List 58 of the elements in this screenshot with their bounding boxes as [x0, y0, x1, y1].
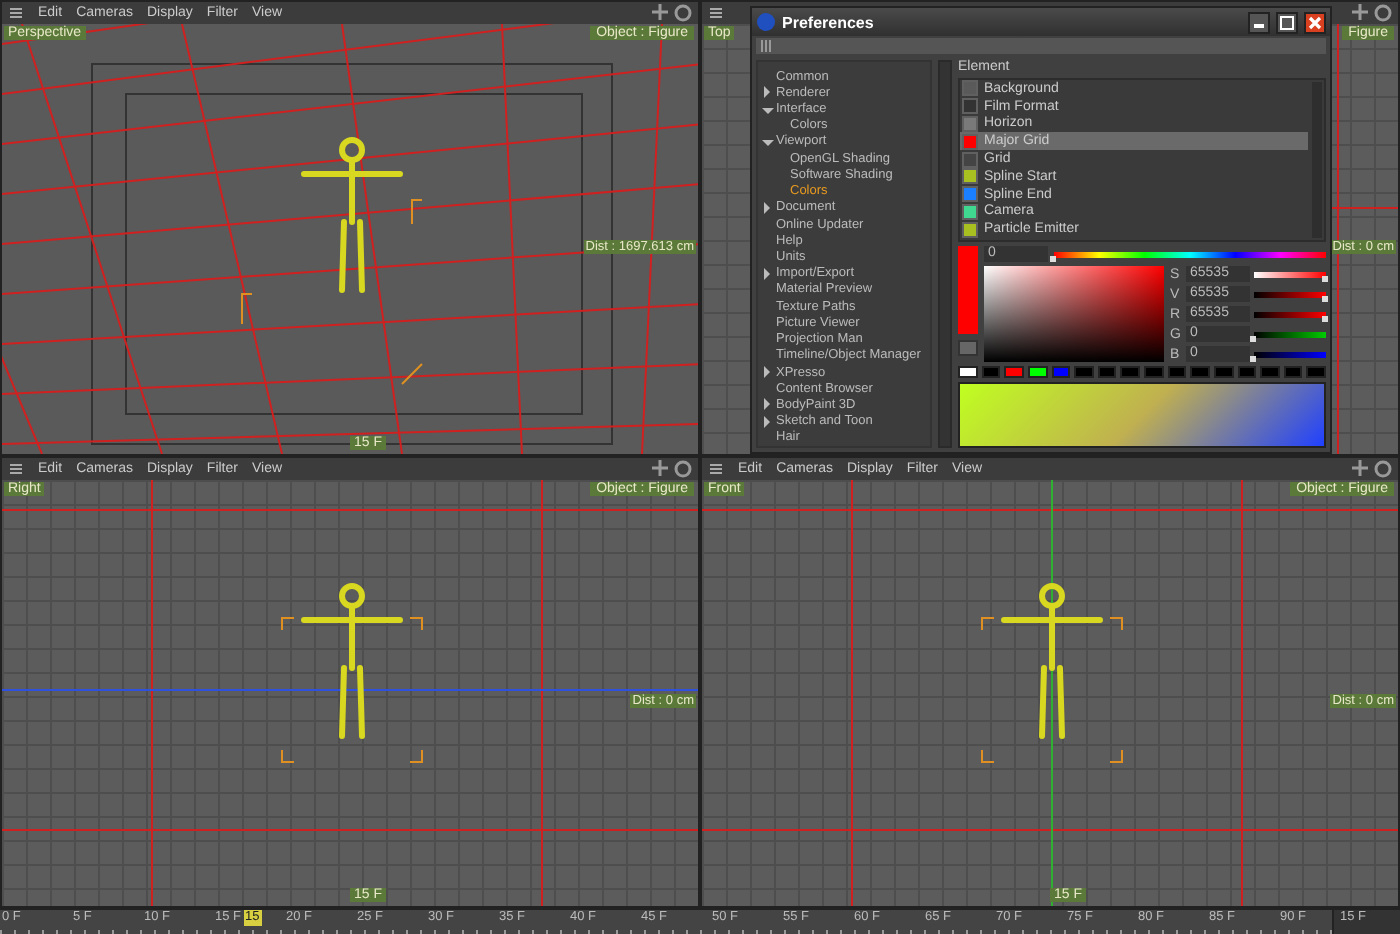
hue-slider[interactable]: [1054, 251, 1326, 257]
color-swatch[interactable]: [1027, 366, 1047, 378]
collapsed-arrow-icon: [762, 201, 774, 214]
slider-thumb[interactable]: [1250, 335, 1256, 341]
close-button[interactable]: [1304, 11, 1326, 33]
color-swatch[interactable]: [1260, 366, 1280, 378]
expanded-arrow-icon: [762, 135, 774, 148]
color-swatch[interactable]: [1283, 366, 1303, 378]
slider-thumb[interactable]: [1322, 315, 1328, 321]
color-swatch[interactable]: [1190, 366, 1210, 378]
rotate-icon: [674, 460, 692, 478]
move-icon: [1350, 4, 1370, 22]
collapsed-arrow-icon: [762, 267, 774, 280]
minimize-button[interactable]: [1248, 11, 1270, 33]
color-swatch[interactable]: [1213, 366, 1233, 378]
color-swatch[interactable]: [1074, 366, 1094, 378]
expanded-arrow-icon: [762, 103, 774, 116]
menu-icon: [708, 4, 724, 22]
collapsed-arrow-icon: [762, 86, 774, 99]
maximize-button[interactable]: [1276, 11, 1298, 33]
color-swatch[interactable]: [1097, 366, 1117, 378]
rotate-icon: [1374, 460, 1392, 478]
move-icon: [650, 4, 670, 22]
channel-slider[interactable]: [1254, 331, 1326, 337]
move-icon: [1350, 460, 1370, 478]
slider-thumb[interactable]: [1322, 295, 1328, 301]
menu-icon: [8, 4, 24, 22]
color-swatch[interactable]: [1237, 366, 1257, 378]
channel-slider[interactable]: [1254, 351, 1326, 357]
channel-slider[interactable]: [1254, 311, 1326, 317]
color-swatch[interactable]: [1120, 366, 1140, 378]
slider-thumb[interactable]: [1250, 355, 1256, 361]
color-swatch[interactable]: [1167, 366, 1187, 378]
rotate-icon: [674, 4, 692, 22]
color-swatch[interactable]: [958, 366, 978, 378]
slider-thumb[interactable]: [1050, 255, 1056, 261]
menu-icon: [8, 460, 24, 478]
current-color-preview: [958, 246, 978, 334]
move-icon: [650, 460, 670, 478]
dialog-title: Preferences: [782, 13, 876, 31]
minimize-icon: [1254, 23, 1264, 27]
collapsed-arrow-icon: [762, 366, 774, 379]
channel-slider[interactable]: [1254, 271, 1326, 277]
color-swatch[interactable]: [1004, 366, 1024, 378]
color-swatch[interactable]: [981, 366, 1001, 378]
color-swatch[interactable]: [1306, 366, 1326, 378]
app-logo-icon: [756, 12, 776, 32]
grip-icon: [760, 38, 772, 54]
maximize-icon: [1278, 13, 1296, 31]
color-spectrum-field[interactable]: [958, 382, 1326, 448]
slider-thumb[interactable]: [1322, 275, 1328, 281]
channel-slider[interactable]: [1254, 291, 1326, 297]
saturation-value-field[interactable]: [984, 266, 1164, 362]
menu-icon: [708, 460, 724, 478]
color-swatch[interactable]: [1051, 366, 1071, 378]
close-icon: [1306, 13, 1324, 31]
color-swatch[interactable]: [1144, 366, 1164, 378]
rotate-icon: [1374, 4, 1392, 22]
